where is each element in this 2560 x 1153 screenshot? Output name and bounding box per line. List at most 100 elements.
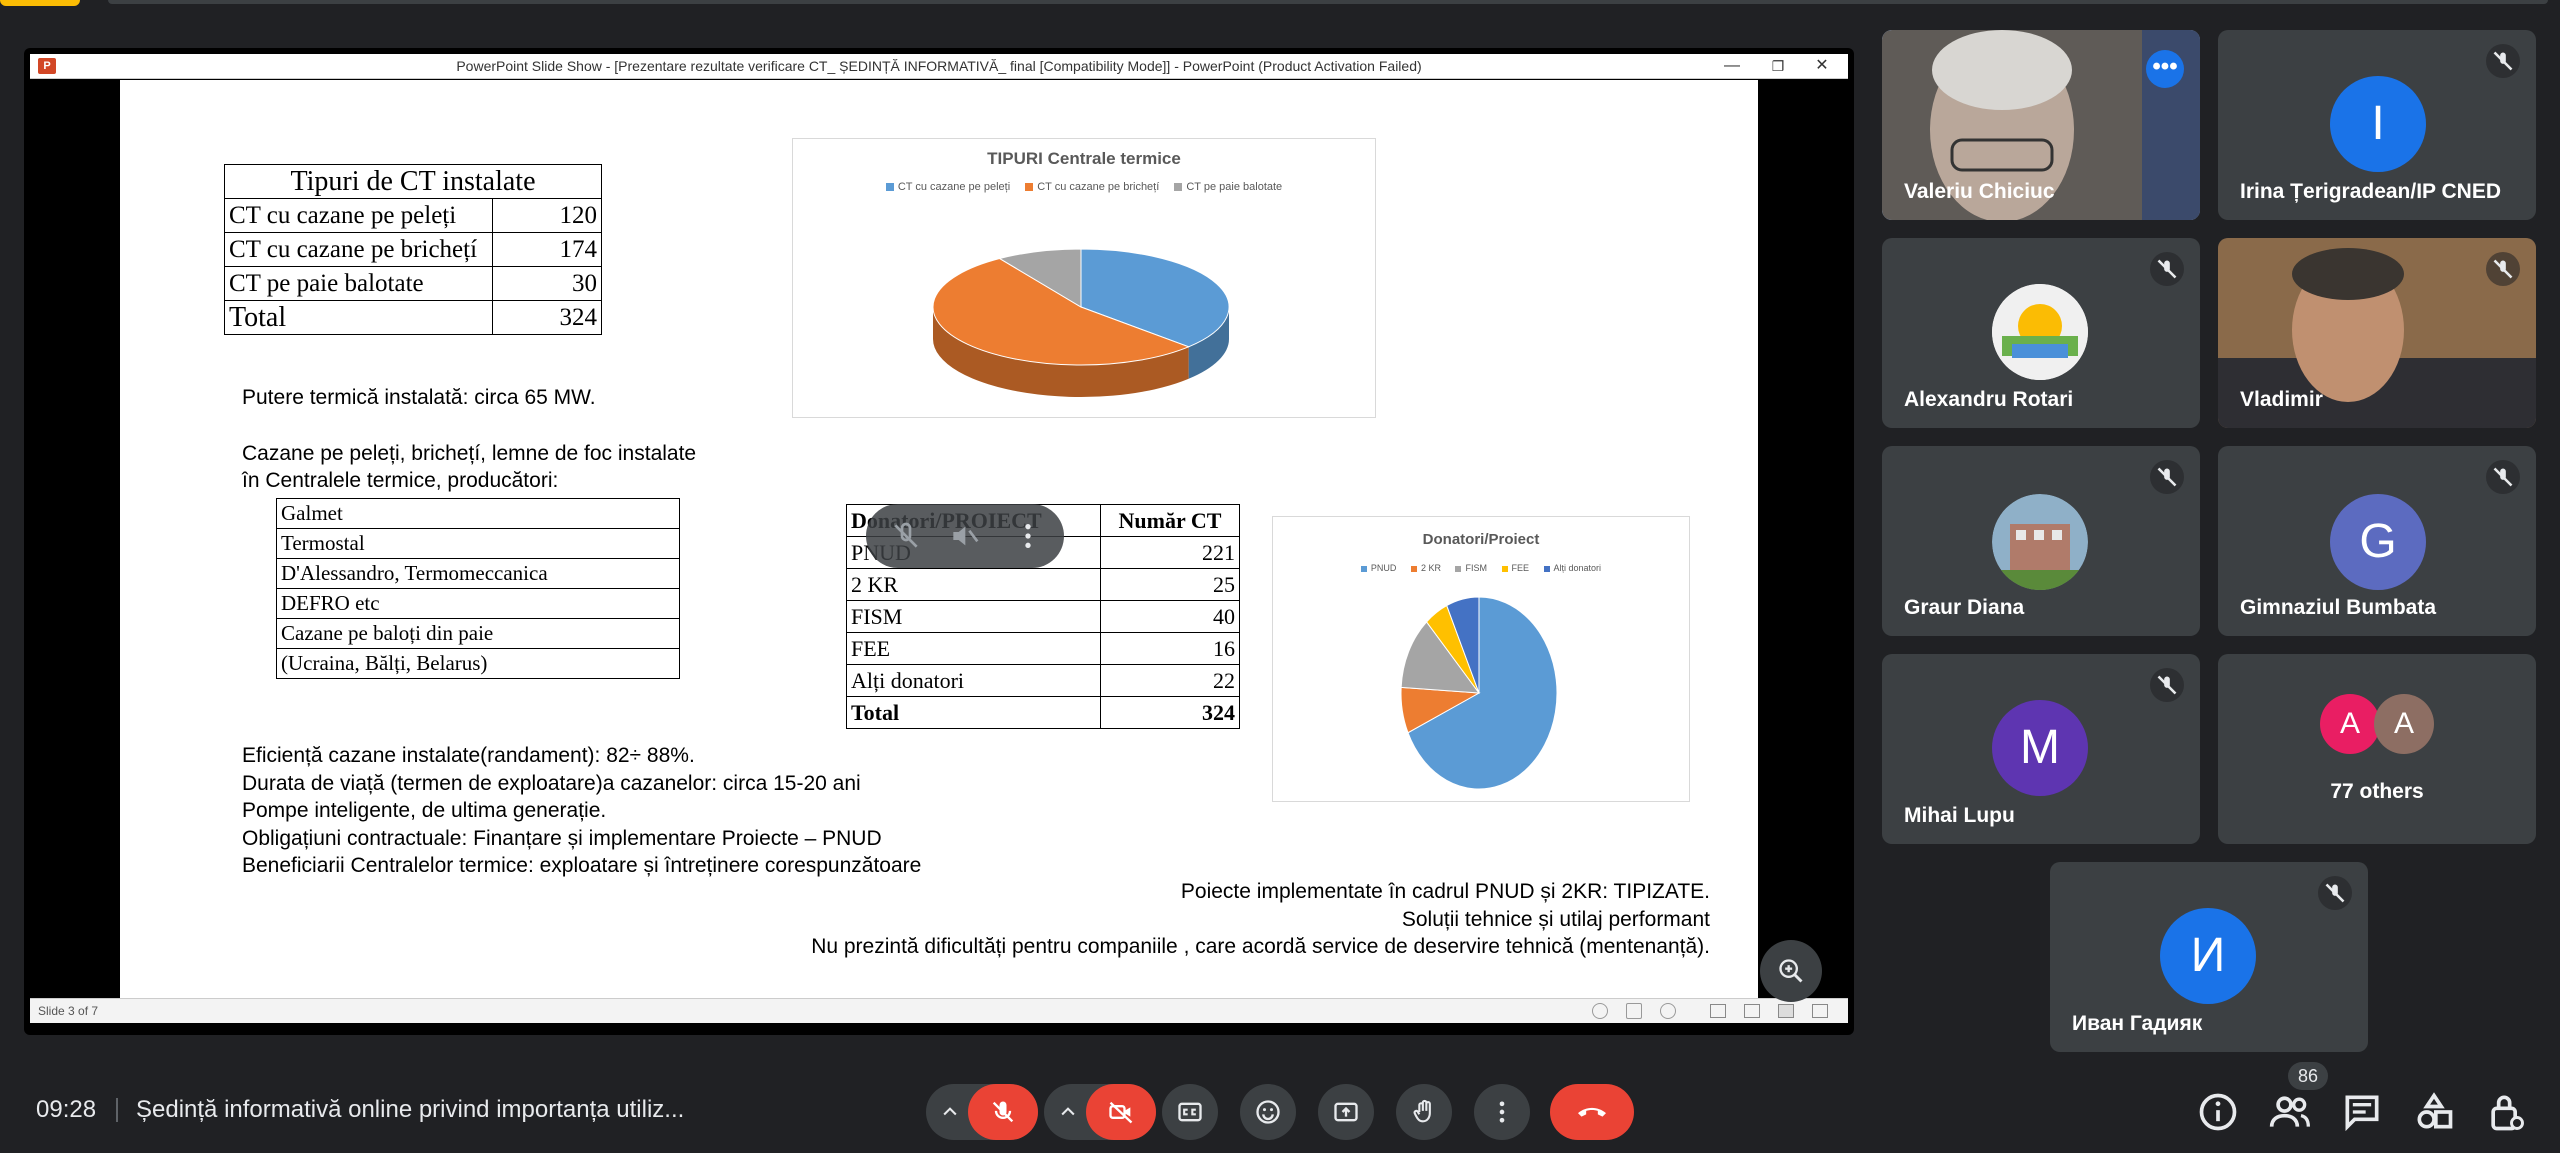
- list-item: Eficiență cazane instalate(randament): 8…: [242, 744, 695, 767]
- table-row: FISM 40: [846, 600, 1240, 633]
- people-icon[interactable]: [2268, 1090, 2312, 1134]
- info-icon[interactable]: [2196, 1090, 2240, 1134]
- normal-view-icon[interactable]: [1710, 1004, 1726, 1018]
- participant-tile[interactable]: Alexandru Rotari: [1882, 238, 2200, 428]
- chevron-up-icon[interactable]: [1058, 1102, 1078, 1122]
- camera-off-icon: [1109, 1101, 1133, 1124]
- top-left-indicator: [0, 0, 80, 6]
- table-header-cell: Număr CT: [1100, 504, 1240, 537]
- others-count: 77 others: [2330, 780, 2424, 803]
- cazane-text-2: în Centralele termice, producători:: [242, 469, 559, 492]
- table-cell: Total: [846, 696, 1101, 729]
- mic-off-overlay-icon[interactable]: [890, 520, 922, 552]
- participant-name: Vladimir: [2240, 388, 2323, 411]
- participant-name: Mihai Lupu: [1904, 804, 2015, 827]
- table-row: DEFRO etc: [276, 588, 680, 619]
- ppt-titlebar: P PowerPoint Slide Show - [Prezentare re…: [30, 54, 1848, 79]
- table-row: Cazane pe baloți din paie: [276, 618, 680, 649]
- reading-view-icon[interactable]: [1778, 1004, 1794, 1018]
- raise-hand-button[interactable]: [1396, 1084, 1452, 1140]
- divider: [116, 1098, 118, 1122]
- speaker-off-icon[interactable]: [948, 520, 980, 552]
- more-overlay-icon[interactable]: [1012, 520, 1044, 552]
- activities-icon[interactable]: [2412, 1090, 2456, 1134]
- participant-name: Valeriu Chiciuc: [1904, 180, 2055, 203]
- captions-button[interactable]: [1162, 1084, 1218, 1140]
- host-controls-icon[interactable]: [2484, 1090, 2528, 1134]
- table-row: Termostal: [276, 528, 680, 559]
- zoom-button[interactable]: [1760, 940, 1822, 1002]
- menu-icon[interactable]: [1626, 1003, 1642, 1019]
- window-title: PowerPoint Slide Show - [Prezentare rezu…: [456, 58, 1422, 74]
- participant-name: Graur Diana: [1904, 596, 2025, 619]
- participant-tile[interactable]: G Gimnaziul Bumbata: [2218, 446, 2536, 636]
- next-slide-icon[interactable]: [1660, 1003, 1676, 1019]
- zoom-in-icon: [1779, 959, 1803, 983]
- participant-tile[interactable]: M Mihai Lupu: [1882, 654, 2200, 844]
- table-cell: Total: [224, 300, 493, 335]
- avatar: M: [1992, 700, 2088, 796]
- others-tile[interactable]: A A 77 others: [2218, 654, 2536, 844]
- slideshow-overlay: [866, 504, 1064, 568]
- table-cell: Galmet: [276, 498, 680, 529]
- table-cell: 174: [492, 232, 602, 267]
- screen-share: P PowerPoint Slide Show - [Prezentare re…: [24, 48, 1854, 1035]
- table-cell: 30: [492, 266, 602, 301]
- avatar: A: [2374, 694, 2434, 754]
- camera-off-button[interactable]: [1086, 1084, 1156, 1140]
- avatar: [1992, 284, 2088, 380]
- participant-tile[interactable]: I Irina Țerigradean/IP CNED: [2218, 30, 2536, 220]
- prev-slide-icon[interactable]: [1592, 1003, 1608, 1019]
- participant-tile[interactable]: ••• Valeriu Chiciuc: [1882, 30, 2200, 220]
- mic-off-icon: [2150, 460, 2184, 494]
- table-cell: (Ucraina, Bălți, Belarus): [276, 648, 680, 679]
- reactions-button[interactable]: [1240, 1084, 1296, 1140]
- table-row: CT pe paie balotate 30: [224, 266, 602, 301]
- restore-icon[interactable]: ❐: [1758, 56, 1798, 76]
- table-cell: CT pe paie balotate: [224, 266, 493, 301]
- table-row: 2 KR 25: [846, 568, 1240, 601]
- bullet-list: Eficiență cazane instalate(randament): 8…: [242, 742, 921, 880]
- table-row: Alți donatori 22: [846, 664, 1240, 697]
- end-call-icon: [1578, 1107, 1606, 1117]
- table-cell: 120: [492, 198, 602, 233]
- more-options-icon[interactable]: •••: [2146, 50, 2184, 88]
- table-cell: D'Alessandro, Termomeccanica: [276, 558, 680, 589]
- table-cell: Termostal: [276, 528, 680, 559]
- end-call-button[interactable]: [1550, 1084, 1634, 1140]
- microphone-off-icon: [992, 1101, 1014, 1123]
- right-notes: Poiecte implementate în cadrul PNUD și 2…: [811, 878, 1710, 961]
- close-icon[interactable]: ✕: [1802, 56, 1842, 76]
- participant-tile[interactable]: Graur Diana: [1882, 446, 2200, 636]
- mic-off-icon: [2486, 252, 2520, 286]
- mic-control[interactable]: [926, 1084, 1038, 1140]
- present-button[interactable]: [1318, 1084, 1374, 1140]
- table-row: Galmet: [276, 498, 680, 529]
- table-row: Total 324: [846, 696, 1240, 729]
- table-row: CT cu cazane pe peleți 120: [224, 198, 602, 233]
- camera-control[interactable]: [1044, 1084, 1156, 1140]
- chat-icon[interactable]: [2340, 1090, 2384, 1134]
- table-row: CT cu cazane pe brichețí 174: [224, 232, 602, 267]
- top-strip: [108, 0, 2548, 4]
- participant-tile[interactable]: Vladimir: [2218, 238, 2536, 428]
- participant-tile[interactable]: И Иван Гадияк: [2050, 862, 2368, 1052]
- minimize-icon[interactable]: —: [1712, 56, 1752, 76]
- list-item: Soluții tehnice și utilaj performant: [1401, 907, 1710, 931]
- chevron-up-icon[interactable]: [940, 1102, 960, 1122]
- participant-name: Иван Гадияк: [2072, 1012, 2203, 1035]
- slideshow-view-icon[interactable]: [1812, 1004, 1828, 1018]
- mic-off-button[interactable]: [968, 1084, 1038, 1140]
- slide-counter: Slide 3 of 7: [38, 1004, 99, 1018]
- sorter-view-icon[interactable]: [1744, 1004, 1760, 1018]
- table-cell: FISM: [846, 600, 1101, 633]
- table-cell: DEFRO etc: [276, 588, 680, 619]
- table-cell: CT cu cazane pe peleți: [224, 198, 493, 233]
- more-options-button[interactable]: [1474, 1084, 1530, 1140]
- table-row: D'Alessandro, Termomeccanica: [276, 558, 680, 589]
- table-cell: Cazane pe baloți din paie: [276, 618, 680, 649]
- people-count-badge: 86: [2288, 1062, 2328, 1090]
- slide: Tipuri de CT instalate CT cu cazane pe p…: [120, 80, 1758, 998]
- meeting-title[interactable]: Ședință informativă online privind impor…: [136, 1096, 684, 1124]
- table-cell: 25: [1100, 568, 1240, 601]
